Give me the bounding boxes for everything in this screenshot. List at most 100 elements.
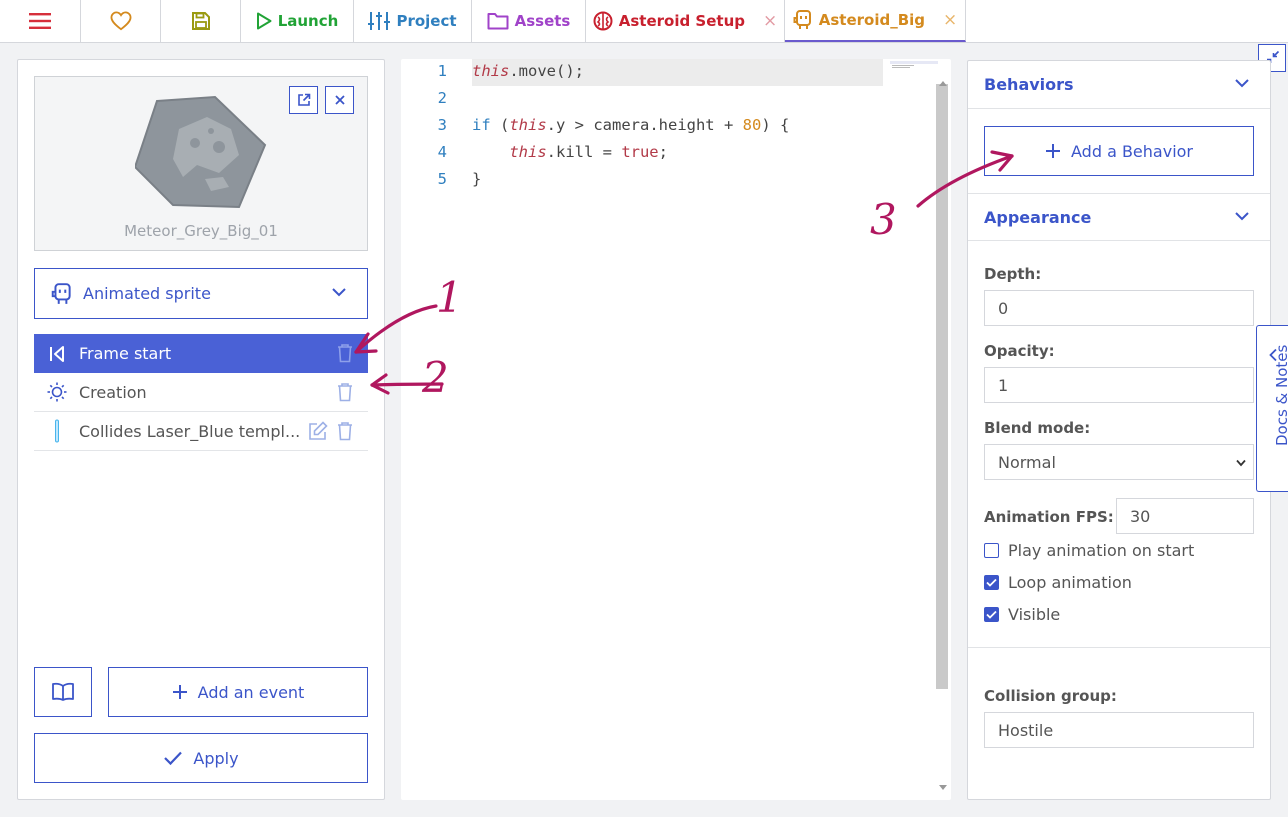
add-behavior-label: Add a Behavior bbox=[1071, 141, 1193, 161]
visible-label: Visible bbox=[1008, 605, 1061, 624]
checkbox[interactable] bbox=[984, 543, 999, 558]
code-line: } bbox=[472, 170, 482, 188]
line-number: 4 bbox=[437, 143, 447, 161]
events-panel: Meteor_Grey_Big_01 Animated sprite Frame… bbox=[17, 59, 385, 800]
brain-icon bbox=[593, 11, 613, 31]
docs-notes-tab[interactable]: Docs & Notes bbox=[1256, 325, 1288, 492]
depth-label: Depth: bbox=[984, 265, 1042, 283]
trash-icon[interactable] bbox=[336, 382, 354, 402]
event-label: Creation bbox=[79, 382, 147, 402]
check-icon bbox=[164, 751, 183, 766]
tab-asteroid-setup[interactable]: Asteroid Setup × bbox=[586, 0, 785, 42]
external-link-icon bbox=[297, 93, 310, 106]
play-on-start-checkbox[interactable]: Play animation on start bbox=[984, 541, 1194, 560]
chevron-down-icon bbox=[332, 288, 346, 297]
book-icon bbox=[52, 682, 74, 701]
close-icon[interactable]: × bbox=[943, 10, 957, 30]
sprite-icon bbox=[793, 10, 811, 29]
menu-button[interactable] bbox=[0, 0, 81, 42]
event-label: Frame start bbox=[79, 344, 172, 363]
loop-label: Loop animation bbox=[1008, 573, 1132, 592]
scroll-down-icon[interactable] bbox=[938, 784, 948, 792]
close-icon bbox=[334, 95, 345, 105]
save-icon bbox=[191, 12, 210, 30]
plus-icon bbox=[1046, 144, 1060, 158]
add-event-label: Add an event bbox=[197, 682, 305, 702]
kind-select-label: Animated sprite bbox=[83, 284, 211, 303]
docs-notes-label: Docs & Notes bbox=[1273, 344, 1288, 446]
project-label: Project bbox=[396, 12, 457, 30]
hamburger-icon bbox=[29, 13, 51, 29]
appearance-header[interactable]: Appearance bbox=[968, 193, 1270, 241]
check-icon bbox=[986, 578, 997, 587]
open-external-button[interactable] bbox=[289, 86, 318, 114]
skip-back-icon bbox=[49, 345, 64, 362]
tab-asteroid-setup-label: Asteroid Setup bbox=[618, 12, 745, 30]
blend-mode-select[interactable]: Normal bbox=[984, 444, 1254, 480]
add-event-button[interactable]: Add an event bbox=[108, 667, 368, 717]
behaviors-title: Behaviors bbox=[984, 75, 1074, 94]
line-number: 3 bbox=[437, 116, 447, 134]
code-line: if (this.y > camera.height + 80) { bbox=[472, 116, 790, 134]
depth-input[interactable]: 0 bbox=[984, 290, 1254, 326]
editor-scrollbar[interactable] bbox=[936, 84, 948, 800]
visible-checkbox[interactable]: Visible bbox=[984, 605, 1060, 624]
tab-asteroid-big[interactable]: Asteroid_Big × bbox=[785, 0, 966, 42]
launch-button[interactable]: Launch bbox=[241, 0, 354, 42]
checkbox[interactable] bbox=[984, 575, 999, 590]
collision-group-label: Collision group: bbox=[984, 687, 1117, 705]
sprite-name: Meteor_Grey_Big_01 bbox=[124, 222, 278, 240]
properties-panel: Behaviors Add a Behavior Appearance Dept… bbox=[967, 60, 1271, 800]
trash-icon[interactable] bbox=[336, 343, 354, 363]
sprite-preview: Meteor_Grey_Big_01 bbox=[34, 76, 368, 251]
close-icon[interactable]: × bbox=[763, 11, 777, 31]
opacity-label: Opacity: bbox=[984, 342, 1055, 360]
behaviors-header[interactable]: Behaviors bbox=[968, 61, 1270, 109]
check-icon bbox=[986, 610, 997, 619]
loop-checkbox[interactable]: Loop animation bbox=[984, 573, 1132, 592]
app-window: Launch Project Assets Asteroid Setup × A… bbox=[0, 0, 1288, 817]
apply-button[interactable]: Apply bbox=[34, 733, 368, 783]
event-collides-laser[interactable]: Collides Laser_Blue templ... bbox=[34, 412, 368, 451]
event-frame-start[interactable]: Frame start bbox=[34, 334, 368, 373]
kind-select[interactable]: Animated sprite bbox=[34, 268, 368, 319]
patrons-button[interactable] bbox=[81, 0, 161, 42]
collision-group-input[interactable]: Hostile bbox=[984, 712, 1254, 748]
launch-label: Launch bbox=[277, 12, 339, 30]
laser-icon bbox=[54, 419, 59, 443]
opacity-input[interactable]: 1 bbox=[984, 367, 1254, 403]
code-line: this.kill = true; bbox=[509, 143, 668, 161]
code-editor[interactable]: 1 2 3 4 5 this.move(); if (this.y > came… bbox=[401, 59, 951, 800]
event-label: Collides Laser_Blue templ... bbox=[79, 421, 301, 441]
blend-mode-value: Normal bbox=[998, 452, 1056, 472]
edit-icon[interactable] bbox=[308, 421, 328, 441]
sun-icon bbox=[47, 382, 66, 402]
scrollbar-thumb[interactable] bbox=[936, 84, 948, 689]
minimap bbox=[890, 61, 938, 68]
blend-mode-label: Blend mode: bbox=[984, 419, 1091, 437]
play-on-start-label: Play animation on start bbox=[1008, 541, 1195, 560]
appearance-title: Appearance bbox=[984, 207, 1092, 227]
code-line: this.move(); bbox=[472, 62, 584, 80]
event-list: Frame start Creation Collides Laser_Blue… bbox=[34, 334, 368, 451]
meteor-thumbnail bbox=[135, 95, 267, 209]
chevron-down-icon bbox=[1235, 212, 1249, 221]
line-number: 2 bbox=[437, 89, 447, 107]
save-button[interactable] bbox=[161, 0, 241, 42]
line-number: 1 bbox=[437, 62, 447, 80]
fps-input[interactable]: 30 bbox=[1116, 498, 1254, 534]
assets-button[interactable]: Assets bbox=[472, 0, 586, 42]
play-icon bbox=[256, 12, 272, 30]
checkbox[interactable] bbox=[984, 607, 999, 622]
chevron-down-icon bbox=[1235, 79, 1249, 88]
folder-icon bbox=[487, 13, 509, 30]
event-creation[interactable]: Creation bbox=[34, 373, 368, 412]
docs-book-button[interactable] bbox=[34, 667, 92, 717]
heart-icon bbox=[110, 11, 131, 31]
add-behavior-button[interactable]: Add a Behavior bbox=[984, 126, 1254, 176]
trash-icon[interactable] bbox=[336, 421, 354, 441]
top-bar: Launch Project Assets Asteroid Setup × A… bbox=[0, 0, 1288, 43]
project-button[interactable]: Project bbox=[354, 0, 472, 42]
remove-sprite-button[interactable] bbox=[325, 86, 354, 114]
scroll-up-icon[interactable] bbox=[938, 79, 948, 87]
